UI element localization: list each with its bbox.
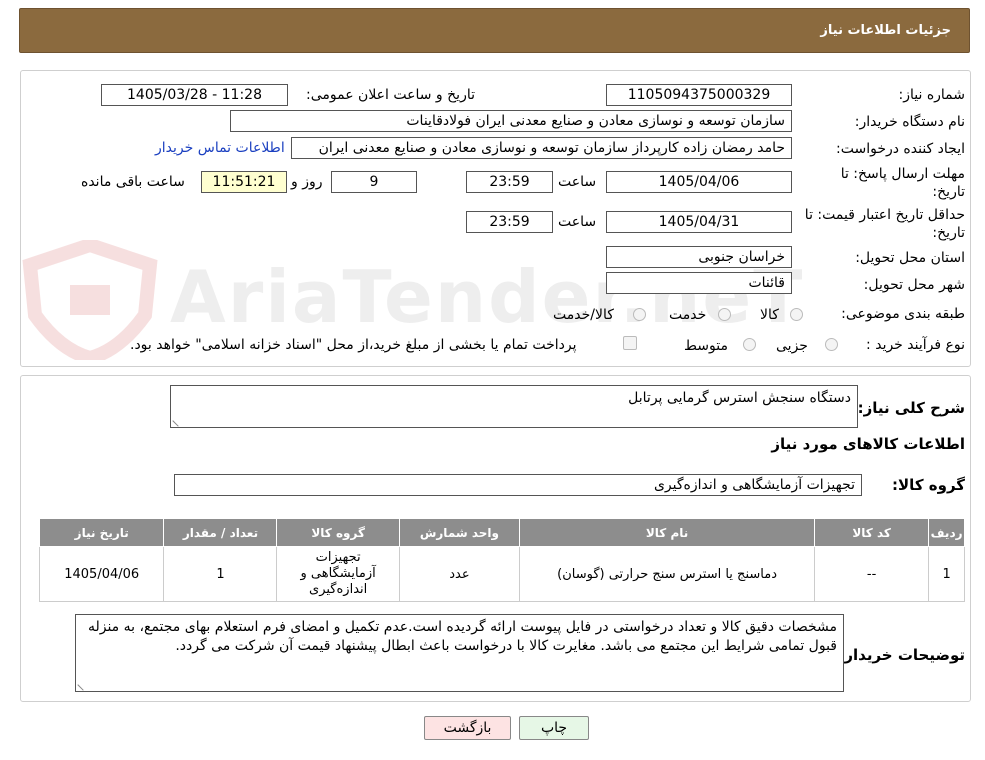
delivery-city-field: قائنات	[606, 272, 792, 294]
cell-goods-name: دماسنج یا استرس سنج حرارتی (گوسان)	[519, 546, 816, 602]
announce-date-field: 1405/03/28 - 11:28	[101, 84, 288, 106]
resize-grip-icon[interactable]	[77, 679, 89, 691]
deadline-time-label: ساعت	[558, 174, 597, 190]
price-validity-label-line2: تاریخ:	[932, 225, 965, 241]
need-number-label: شماره نیاز:	[898, 87, 966, 103]
goods-group-label: گروه کالا:	[892, 476, 965, 494]
col-goods-name: نام کالا	[519, 518, 816, 547]
deadline-time-field: 23:59	[466, 171, 553, 193]
cell-row-number: 1	[928, 546, 965, 602]
days-remaining-field: 9	[331, 171, 417, 193]
need-summary-field: دستگاه سنجش استرس گرمایی پرتابل	[170, 385, 858, 428]
remaining-time-field: 11:51:21	[201, 171, 287, 193]
category-option-goods-service: کالا/خدمت	[553, 307, 614, 323]
goods-table-header: ردیف کد کالا نام کالا واحد شمارش گروه کا…	[38, 518, 965, 547]
category-option-goods: کالا	[760, 307, 779, 323]
process-option-medium: متوسط	[684, 338, 728, 354]
deadline-date-field: 1405/04/06	[606, 171, 792, 193]
creator-label: ایجاد کننده درخواست:	[836, 141, 965, 157]
deadline-label: مهلت ارسال پاسخ: تا تاریخ:	[841, 165, 965, 201]
creator-field: حامد رمضان زاده کارپرداز سازمان توسعه و …	[291, 137, 792, 159]
cell-need-date: 1405/04/06	[38, 546, 165, 602]
treasury-payment-checkbox[interactable]	[623, 336, 637, 350]
goods-info-title: اطلاعات کالاهای مورد نیاز	[771, 435, 965, 453]
need-summary-text: دستگاه سنجش استرس گرمایی پرتابل	[628, 390, 851, 406]
buyer-org-field: سازمان توسعه و نوسازی معادن و صنایع معدن…	[230, 110, 792, 132]
table-row: 1 -- دماسنج یا استرس سنج حرارتی (گوسان) …	[38, 546, 965, 602]
purchase-process-label: نوع فرآیند خرید :	[866, 337, 965, 353]
resize-grip-icon[interactable]	[172, 415, 184, 427]
col-row-number: ردیف	[928, 518, 965, 547]
category-radio-goods[interactable]	[790, 308, 803, 321]
price-validity-label-line1: حداقل تاریخ اعتبار قیمت: تا	[804, 207, 965, 223]
cell-quantity: 1	[163, 546, 278, 602]
col-goods-group: گروه کالا	[276, 518, 400, 547]
deadline-label-line2: تاریخ:	[932, 184, 965, 200]
category-label: طبقه بندی موضوعی:	[841, 306, 965, 322]
print-button[interactable]: چاپ	[519, 716, 589, 740]
col-quantity: تعداد / مقدار	[163, 518, 278, 547]
category-radio-goods-service[interactable]	[633, 308, 646, 321]
cell-goods-group: تجهیزات آزمایشگاهی و اندازه‌گیری	[276, 546, 400, 602]
category-radio-service[interactable]	[718, 308, 731, 321]
days-label: روز و	[291, 174, 323, 190]
col-goods-code: کد کالا	[814, 518, 930, 547]
need-summary-label: شرح کلی نیاز:	[857, 399, 965, 417]
announce-date-label: تاریخ و ساعت اعلان عمومی:	[306, 87, 475, 103]
buyer-contact-link[interactable]: اطلاعات تماس خریدار	[155, 140, 285, 156]
price-validity-time-field: 23:59	[466, 211, 553, 233]
delivery-province-field: خراسان جنوبی	[606, 246, 792, 268]
page-header: جزئیات اطلاعات نیاز	[19, 8, 970, 53]
need-number-field: 1105094375000329	[606, 84, 792, 106]
process-radio-medium[interactable]	[743, 338, 756, 351]
buyer-notes-text: مشخصات دقیق کالا و تعداد درخواستی در فای…	[87, 619, 837, 654]
col-need-date: تاریخ نیاز	[38, 518, 165, 547]
goods-table: ردیف کد کالا نام کالا واحد شمارش گروه کا…	[38, 518, 965, 602]
buyer-notes-label: توضیحات خریدار:	[838, 646, 965, 664]
col-unit: واحد شمارش	[398, 518, 521, 547]
process-option-minor: جزیی	[776, 338, 808, 354]
price-validity-date-field: 1405/04/31	[606, 211, 792, 233]
delivery-province-label: استان محل تحویل:	[855, 250, 965, 266]
cell-goods-code: --	[814, 546, 930, 602]
price-validity-time-label: ساعت	[558, 214, 597, 230]
goods-group-field: تجهیزات آزمایشگاهی و اندازه‌گیری	[174, 474, 862, 496]
buyer-notes-field: مشخصات دقیق کالا و تعداد درخواستی در فای…	[75, 614, 844, 692]
buyer-org-label: نام دستگاه خریدار:	[854, 114, 965, 130]
cell-unit: عدد	[398, 546, 521, 602]
price-validity-label: حداقل تاریخ اعتبار قیمت: تا تاریخ:	[805, 206, 965, 242]
page-title: جزئیات اطلاعات نیاز	[820, 23, 951, 38]
remaining-time-label: ساعت باقی مانده	[81, 174, 185, 190]
delivery-city-label: شهر محل تحویل:	[863, 277, 965, 293]
deadline-label-line1: مهلت ارسال پاسخ: تا	[840, 166, 965, 182]
category-option-service: خدمت	[669, 307, 707, 323]
treasury-payment-note: پرداخت تمام یا بخشی از مبلغ خرید،از محل …	[130, 337, 577, 353]
back-button[interactable]: بازگشت	[424, 716, 511, 740]
process-radio-minor[interactable]	[825, 338, 838, 351]
